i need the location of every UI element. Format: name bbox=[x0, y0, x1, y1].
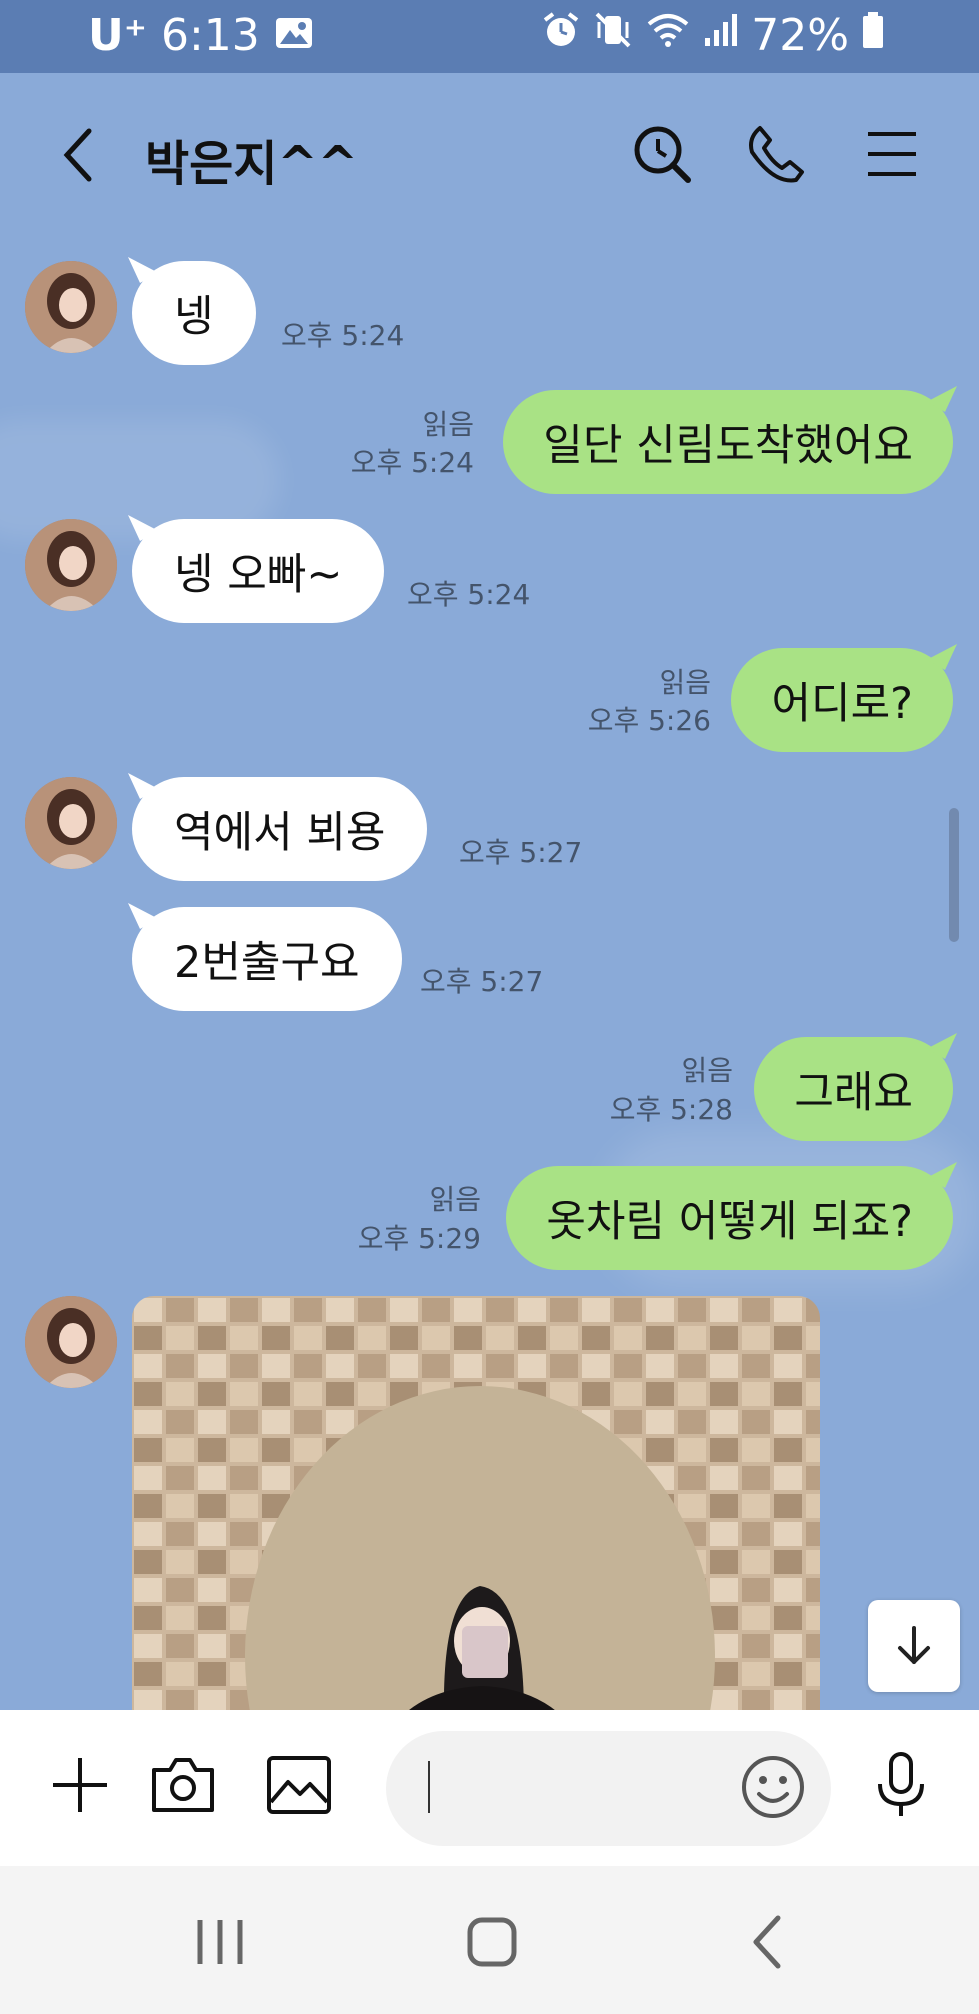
search-icon bbox=[634, 126, 691, 183]
photo-message[interactable] bbox=[132, 1296, 820, 1716]
message-time: 오후 5:26 bbox=[587, 704, 711, 737]
message-bubble-outgoing[interactable]: 어디로? bbox=[731, 648, 953, 752]
gallery-icon bbox=[267, 1756, 331, 1814]
message-text: 넹 오빠~ bbox=[174, 550, 343, 600]
battery-percent: 72% bbox=[751, 10, 849, 61]
menu-icon bbox=[868, 132, 916, 176]
message-bubble-incoming[interactable]: 넹 bbox=[132, 261, 256, 365]
avatar[interactable] bbox=[25, 519, 117, 611]
read-receipt: 읽음 bbox=[681, 1054, 733, 1087]
menu-button[interactable] bbox=[860, 122, 924, 186]
gallery-button[interactable] bbox=[264, 1750, 334, 1820]
message-text: 어디로? bbox=[771, 679, 913, 729]
system-back-button[interactable] bbox=[738, 1912, 798, 1972]
message-text: 역에서 뵈용 bbox=[174, 808, 386, 858]
message-text: 일단 신림도착했어요 bbox=[543, 421, 913, 471]
image-notification-icon bbox=[274, 10, 314, 61]
emoji-icon bbox=[742, 1756, 804, 1818]
vibrate-mute-icon bbox=[593, 10, 633, 61]
message-text: 옷차림 어떻게 되죠? bbox=[546, 1197, 913, 1247]
camera-button[interactable] bbox=[148, 1750, 218, 1820]
message-bubble-incoming[interactable]: 역에서 뵈용 bbox=[132, 777, 428, 881]
status-bar: U⁺ 6:13 72% bbox=[0, 0, 979, 73]
search-button[interactable] bbox=[630, 122, 694, 186]
message-time: 오후 5:29 bbox=[357, 1222, 481, 1255]
back-button[interactable] bbox=[55, 125, 105, 185]
back-icon bbox=[63, 128, 92, 182]
home-icon bbox=[467, 1917, 517, 1967]
attach-button[interactable] bbox=[45, 1750, 115, 1820]
mic-icon bbox=[878, 1752, 924, 1816]
clock: 6:13 bbox=[160, 10, 260, 61]
home-button[interactable] bbox=[462, 1912, 522, 1972]
signal-icon bbox=[703, 10, 739, 61]
alarm-icon bbox=[541, 10, 581, 61]
scroll-to-bottom-button[interactable] bbox=[868, 1600, 960, 1692]
message-text: 2번출구요 bbox=[174, 938, 360, 988]
message-time: 오후 5:27 bbox=[420, 965, 544, 998]
avatar[interactable] bbox=[25, 1296, 117, 1388]
message-time: 오후 5:24 bbox=[281, 319, 405, 352]
message-text: 그래요 bbox=[794, 1068, 913, 1118]
arrow-down-icon bbox=[898, 1626, 930, 1664]
message-time: 오후 5:24 bbox=[407, 578, 531, 611]
nav-back-icon bbox=[753, 1915, 781, 1969]
scrollbar[interactable] bbox=[949, 808, 959, 942]
message-text: 넹 bbox=[174, 292, 214, 342]
battery-icon bbox=[861, 10, 885, 61]
wifi-icon bbox=[645, 10, 691, 61]
chat-title: 박은지^^ bbox=[145, 136, 358, 192]
emoji-button[interactable] bbox=[738, 1752, 808, 1822]
read-receipt: 읽음 bbox=[422, 408, 474, 441]
avatar[interactable] bbox=[25, 777, 117, 869]
call-button[interactable] bbox=[744, 122, 808, 186]
message-time: 오후 5:24 bbox=[350, 446, 474, 479]
carrier-label: U⁺ bbox=[88, 10, 147, 61]
message-bubble-incoming[interactable]: 2번출구요 bbox=[132, 907, 402, 1011]
recents-icon bbox=[197, 1920, 243, 1964]
message-time: 오후 5:27 bbox=[459, 836, 583, 869]
message-time: 오후 5:28 bbox=[609, 1093, 733, 1126]
message-bubble-outgoing[interactable]: 그래요 bbox=[754, 1037, 953, 1141]
message-bubble-outgoing[interactable]: 일단 신림도착했어요 bbox=[503, 390, 953, 494]
message-bubble-outgoing[interactable]: 옷차림 어떻게 되죠? bbox=[506, 1166, 953, 1270]
phone-icon bbox=[749, 126, 804, 183]
plus-icon bbox=[53, 1758, 107, 1812]
camera-icon bbox=[152, 1758, 214, 1812]
voice-button[interactable] bbox=[866, 1750, 936, 1820]
text-cursor bbox=[428, 1761, 430, 1813]
read-receipt: 읽음 bbox=[659, 666, 711, 699]
avatar[interactable] bbox=[25, 261, 117, 353]
recents-button[interactable] bbox=[190, 1912, 250, 1972]
read-receipt: 읽음 bbox=[429, 1183, 481, 1216]
message-bubble-incoming[interactable]: 넹 오빠~ bbox=[132, 519, 385, 623]
